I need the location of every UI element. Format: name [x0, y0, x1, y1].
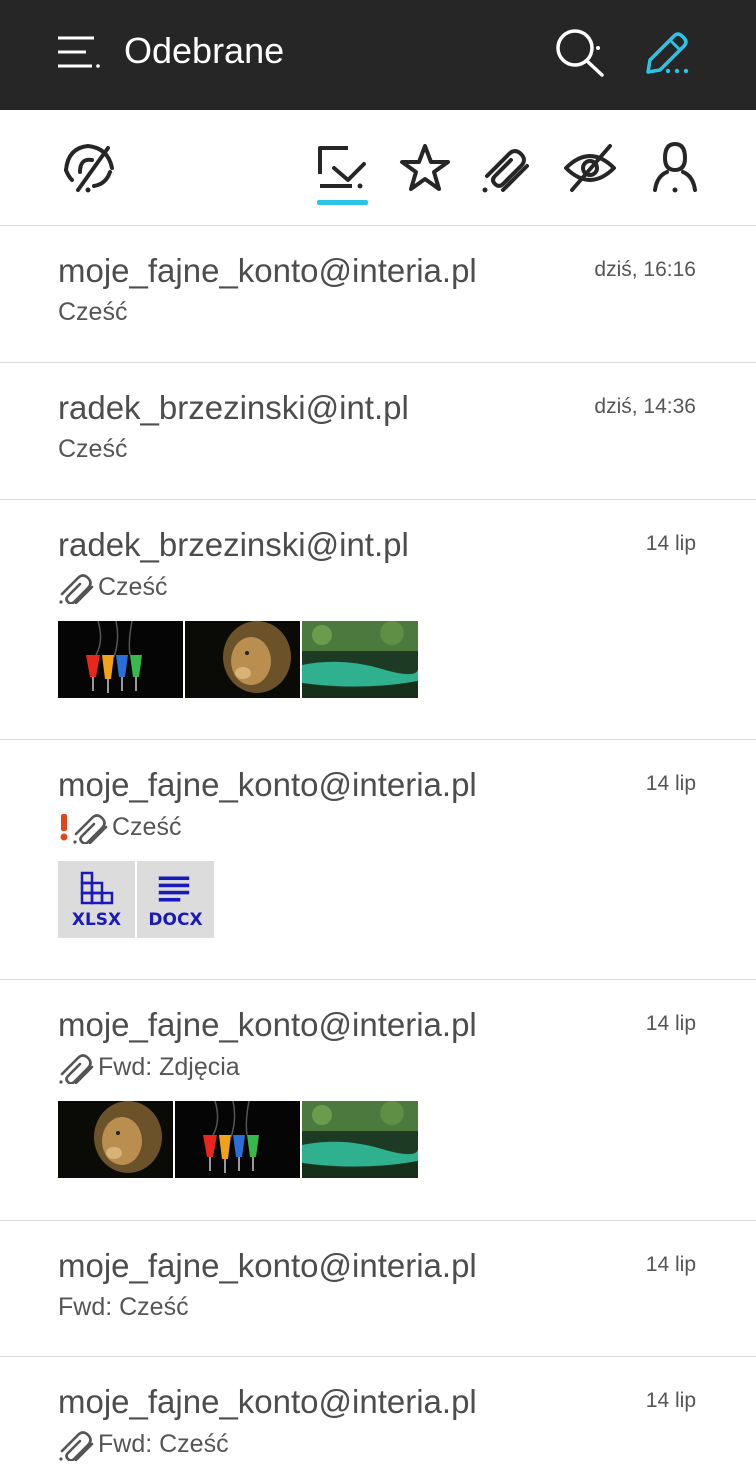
mail-subject-row: Cześć	[58, 570, 167, 604]
xlsx-file[interactable]: XLSX	[58, 861, 135, 938]
mail-sender: radek_brzezinski@int.pl	[58, 526, 409, 563]
mail-subject: Fwd: Cześć	[58, 1293, 189, 1321]
page-title: Odebrane	[124, 30, 285, 71]
mail-subject: Fwd: Cześć	[98, 1430, 229, 1458]
eye-off-icon[interactable]	[560, 138, 620, 198]
mail-sender: radek_brzezinski@int.pl	[58, 389, 409, 426]
mail-subject-row: Cześć	[58, 296, 127, 328]
important-icon	[60, 814, 68, 841]
attachment-files: XLSX DOCX	[58, 861, 216, 938]
app-bar: Odebrane	[0, 0, 756, 110]
mail-sender: moje_fajne_konto@interia.pl	[58, 252, 477, 289]
mail-sender: moje_fajne_konto@interia.pl	[58, 1006, 477, 1043]
mail-item[interactable]: radek_brzezinski@int.pl 14 lip Cześć	[0, 500, 756, 740]
eye-off-alt-icon[interactable]	[58, 138, 118, 198]
lion-image[interactable]	[58, 1101, 173, 1178]
mail-item[interactable]: moje_fajne_konto@interia.pl 14 lip Fwd: …	[0, 980, 756, 1221]
search-icon[interactable]	[552, 26, 608, 78]
mail-date: 14 lip	[645, 532, 696, 555]
star-icon[interactable]	[395, 138, 455, 198]
inbox-check-icon[interactable]	[312, 138, 372, 198]
mail-date: 14 lip	[645, 772, 696, 795]
attachment-icon	[72, 810, 110, 844]
mail-date: 14 lip	[645, 1253, 696, 1276]
attachment-icon	[58, 1427, 96, 1461]
mail-date: dziś, 16:16	[594, 258, 696, 281]
filter-bar	[0, 110, 756, 226]
paperclip-icon[interactable]	[477, 138, 537, 198]
active-filter-indicator	[317, 200, 368, 205]
mail-item[interactable]: moje_fajne_konto@interia.pl dziś, 16:16 …	[0, 226, 756, 363]
river-image[interactable]	[302, 1101, 418, 1178]
attachment-thumbnails	[58, 1101, 420, 1178]
mail-date: dziś, 14:36	[594, 395, 696, 418]
mail-item[interactable]: radek_brzezinski@int.pl dziś, 14:36 Cześ…	[0, 363, 756, 500]
mail-item[interactable]: moje_fajne_konto@interia.pl 14 lip Fwd: …	[0, 1221, 756, 1357]
mail-sender: moje_fajne_konto@interia.pl	[58, 1383, 477, 1420]
mail-item[interactable]: moje_fajne_konto@interia.pl 14 lip Fwd: …	[0, 1357, 756, 1474]
mail-subject: Cześć	[58, 298, 128, 326]
mail-subject-row: Fwd: Zdjęcia	[58, 1050, 240, 1084]
attachment-icon	[58, 570, 96, 604]
mail-subject: Cześć	[112, 813, 182, 841]
docx-file[interactable]: DOCX	[137, 861, 214, 938]
spreadsheet-icon	[80, 871, 114, 905]
mail-subject: Cześć	[98, 573, 168, 601]
file-type-label: XLSX	[71, 910, 122, 930]
mail-sender: moje_fajne_konto@interia.pl	[58, 1247, 477, 1284]
mail-date: 14 lip	[645, 1012, 696, 1035]
person-icon[interactable]	[645, 138, 705, 198]
document-icon	[158, 876, 190, 902]
menu-icon[interactable]	[56, 30, 100, 74]
attachment-thumbnails	[58, 621, 420, 698]
mail-subject: Cześć	[58, 435, 128, 463]
mail-subject-row: Fwd: Cześć	[58, 1427, 229, 1461]
drinks-image[interactable]	[58, 621, 183, 698]
river-image[interactable]	[302, 621, 418, 698]
lion-image[interactable]	[185, 621, 300, 698]
drinks-image[interactable]	[175, 1101, 300, 1178]
mail-subject: Fwd: Zdjęcia	[98, 1053, 240, 1081]
mail-subject-row: Cześć	[58, 810, 181, 844]
mail-subject-row: Cześć	[58, 433, 127, 465]
mail-subject-row: Fwd: Cześć	[58, 1291, 189, 1323]
mail-item[interactable]: moje_fajne_konto@interia.pl 14 lip Cześć…	[0, 740, 756, 980]
mail-date: 14 lip	[645, 1389, 696, 1412]
file-type-label: DOCX	[148, 910, 203, 930]
attachment-icon	[58, 1050, 96, 1084]
compose-icon[interactable]	[640, 26, 696, 78]
mail-sender: moje_fajne_konto@interia.pl	[58, 766, 477, 803]
